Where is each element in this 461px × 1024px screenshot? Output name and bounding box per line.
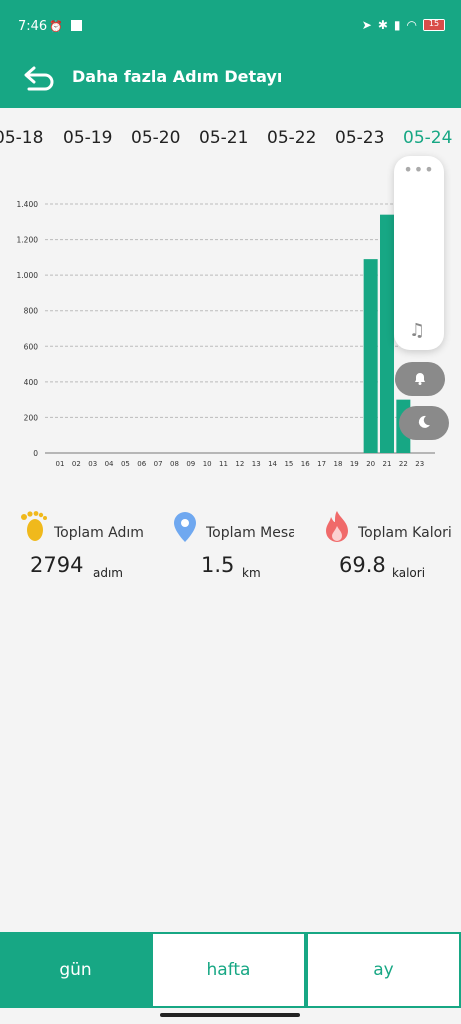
status-time: 7:46	[18, 19, 48, 34]
date-tab-0521[interactable]: 05-21	[199, 128, 248, 148]
status-right-icons: ➤ ✱ ▮ ◠ 15	[362, 18, 445, 32]
date-tab-0522[interactable]: 05-22	[267, 128, 316, 148]
stat-distance-unit: km	[242, 566, 261, 580]
period-tabs: gün hafta ay	[0, 932, 461, 1008]
x-tick-label: 05	[121, 460, 130, 468]
stat-calories-unit: kalori	[392, 566, 426, 580]
alarm-icon: ⏰	[49, 20, 63, 33]
stat-calories-value: 69.8	[339, 553, 386, 577]
stat-steps-unit: adım	[93, 566, 123, 580]
bell-icon	[415, 373, 425, 385]
wifi-icon: ◠	[406, 18, 417, 32]
date-tab-0523[interactable]: 05-23	[335, 128, 384, 148]
x-tick-label: 11	[219, 460, 228, 468]
x-tick-label: 15	[284, 460, 293, 468]
x-tick-label: 19	[350, 460, 359, 468]
y-tick-label: 600	[24, 342, 39, 351]
date-tab-0524[interactable]: 05-24	[403, 128, 452, 148]
y-tick-label: 1.400	[17, 200, 39, 209]
y-tick-label: 800	[24, 307, 39, 316]
location-arrow-icon: ➤	[361, 18, 372, 32]
x-tick-label: 01	[56, 460, 65, 468]
tab-month[interactable]: ay	[306, 932, 461, 1008]
notification-square-icon	[71, 20, 83, 31]
tab-day[interactable]: gün	[0, 932, 151, 1008]
app-header: Daha fazla Adım Detayı	[0, 52, 461, 108]
moon-icon	[418, 415, 430, 428]
footprint-icon	[21, 511, 47, 541]
stat-distance: Toplam Mesafe 1.5 km	[170, 510, 294, 600]
home-indicator	[160, 1013, 300, 1017]
x-tick-label: 16	[301, 460, 310, 468]
x-tick-label: 22	[399, 460, 408, 468]
x-tick-label: 13	[252, 460, 261, 468]
status-notification-icons: ⏰	[44, 20, 83, 33]
floating-widget-panel: ••• ♫	[394, 156, 444, 350]
battery-level: 15	[428, 19, 440, 28]
steps-chart: 0 200 400 600 800 1.000 1.200 1.400 01 02 03 04 05 06…	[0, 190, 461, 480]
x-tick-label: 07	[154, 460, 163, 468]
stat-steps-label: Toplam Adım	[54, 525, 144, 541]
location-pin-icon	[174, 512, 196, 542]
x-tick-label: 18	[333, 460, 342, 468]
steps-bar-chart: 0 200 400 600 800 1.000 1.200 1.400 01 02 03 04 05 06…	[17, 200, 435, 468]
x-tick-label: 08	[170, 460, 179, 468]
x-tick-label: 20	[366, 460, 375, 468]
tab-week[interactable]: hafta	[151, 932, 306, 1008]
date-tab-0518[interactable]: 05-18	[0, 128, 43, 148]
chart-bar	[380, 214, 394, 453]
y-tick-label: 400	[24, 378, 39, 387]
x-tick-label: 03	[88, 460, 97, 468]
date-tab-0520[interactable]: 05-20	[131, 128, 180, 148]
page-title: Daha fazla Adım Detayı	[72, 67, 283, 86]
bluetooth-icon: ✱	[377, 18, 388, 32]
x-tick-label: 14	[268, 460, 277, 468]
more-dots-icon[interactable]: •••	[394, 160, 444, 179]
status-bar: 7:46 ⏰ ➤ ✱ ▮ ◠ 15	[0, 0, 461, 52]
y-tick-label: 0	[33, 449, 38, 458]
y-tick-label: 200	[24, 413, 39, 422]
stat-calories-label: Toplam Kalori	[358, 525, 452, 541]
chart-bar	[363, 259, 378, 453]
y-tick-label: 1.200	[17, 236, 39, 245]
x-tick-label: 23	[415, 460, 424, 468]
flame-icon	[326, 511, 348, 542]
music-note-icon[interactable]: ♫	[409, 320, 425, 341]
date-selector: 05-18 05-19 05-20 05-21 05-22 05-23 05-2…	[0, 108, 461, 168]
back-arrow-icon	[24, 66, 54, 91]
moon-button[interactable]	[399, 406, 449, 440]
x-tick-label: 09	[186, 460, 195, 468]
x-tick-label: 04	[105, 460, 114, 468]
back-button[interactable]	[20, 62, 60, 98]
stat-calories: Toplam Kalori 69.8 kalori	[322, 510, 461, 600]
x-tick-label: 06	[137, 460, 146, 468]
stat-steps-value: 2794	[30, 553, 84, 577]
bell-button[interactable]	[395, 362, 445, 396]
date-tab-0519[interactable]: 05-19	[63, 128, 112, 148]
x-tick-label: 12	[235, 460, 244, 468]
signal-icon: ▮	[393, 18, 401, 32]
stat-distance-value: 1.5	[201, 553, 235, 577]
x-tick-label: 10	[203, 460, 212, 468]
x-tick-label: 21	[383, 460, 392, 468]
battery-icon: 15	[423, 19, 445, 31]
y-tick-label: 1.000	[17, 271, 39, 280]
stat-steps: Toplam Adım 2794 adım	[18, 510, 168, 600]
x-tick-label: 02	[72, 460, 81, 468]
stat-distance-label: Toplam Mesafe	[206, 525, 294, 541]
x-tick-label: 17	[317, 460, 326, 468]
